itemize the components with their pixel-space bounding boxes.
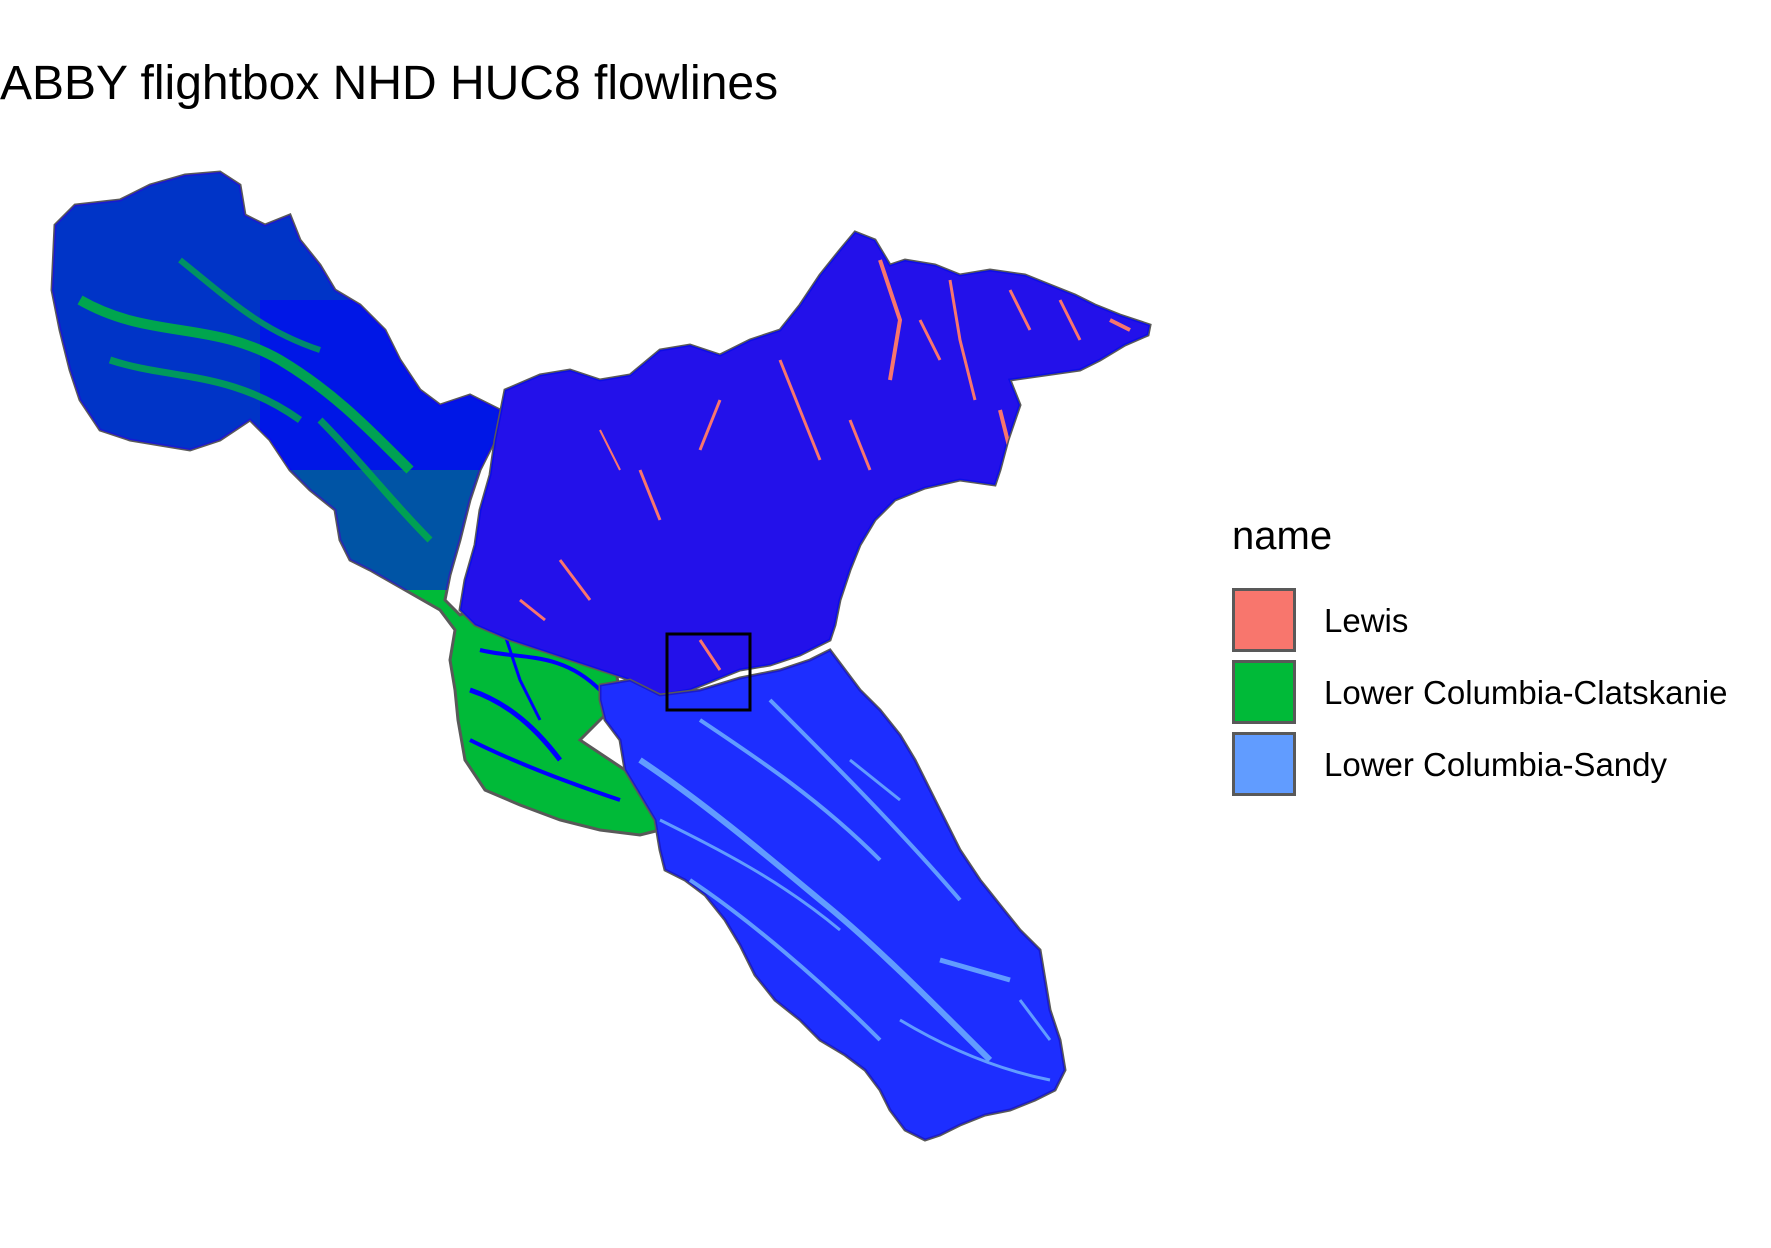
flowlines-sandy: [600, 650, 1065, 1140]
legend-swatch-lower-columbia-clatskanie: [1232, 660, 1296, 724]
huc8-region-lower-columbia-sandy: [598, 648, 1067, 1142]
legend-item-lower-columbia-clatskanie: Lower Columbia-Clatskanie: [1232, 656, 1728, 728]
legend-item-lewis: Lewis: [1232, 584, 1728, 656]
legend-swatch-lewis: [1232, 588, 1296, 652]
legend-swatch-lower-columbia-sandy: [1232, 732, 1296, 796]
legend-title: name: [1232, 514, 1333, 558]
legend: name Lewis Lower Columbia-Clatskanie Low…: [1232, 516, 1728, 800]
legend-label-lewis: Lewis: [1324, 601, 1409, 639]
legend-item-lower-columbia-sandy: Lower Columbia-Sandy: [1232, 728, 1728, 800]
map-title: ABBY flightbox NHD HUC8 flowlines: [0, 57, 779, 110]
legend-label-lower-columbia-clatskanie: Lower Columbia-Clatskanie: [1324, 673, 1728, 711]
huc8-region-lewis: [458, 230, 1152, 697]
legend-label-lower-columbia-sandy: Lower Columbia-Sandy: [1324, 745, 1668, 783]
